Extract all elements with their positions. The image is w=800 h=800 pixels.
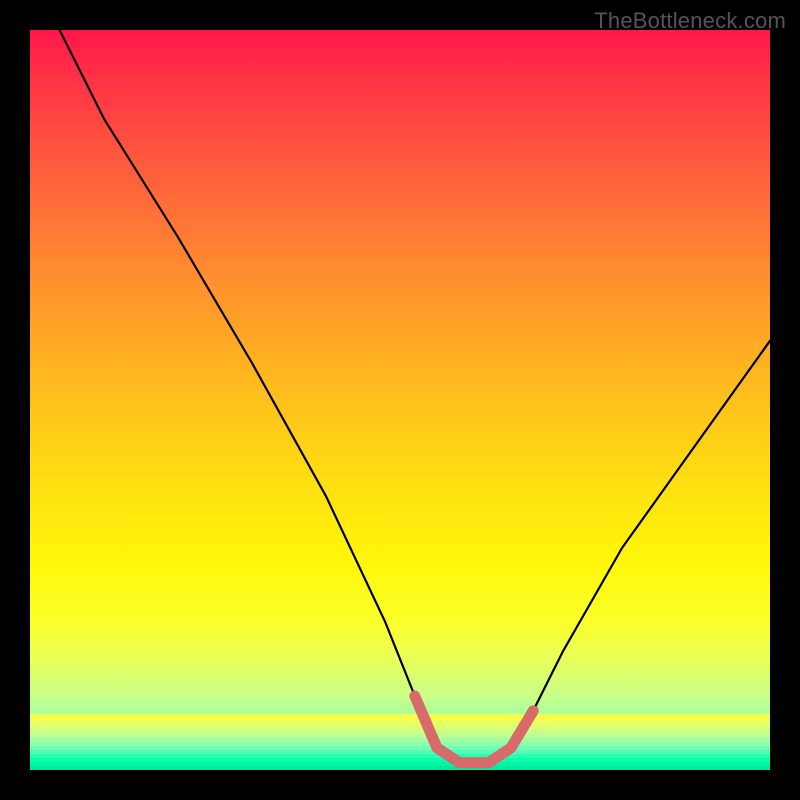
chart-trough-highlight: [415, 696, 533, 763]
chart-svg: [30, 30, 770, 770]
chart-main-curve: [60, 30, 770, 763]
chart-plot-area: [30, 30, 770, 770]
watermark-text: TheBottleneck.com: [594, 8, 786, 34]
